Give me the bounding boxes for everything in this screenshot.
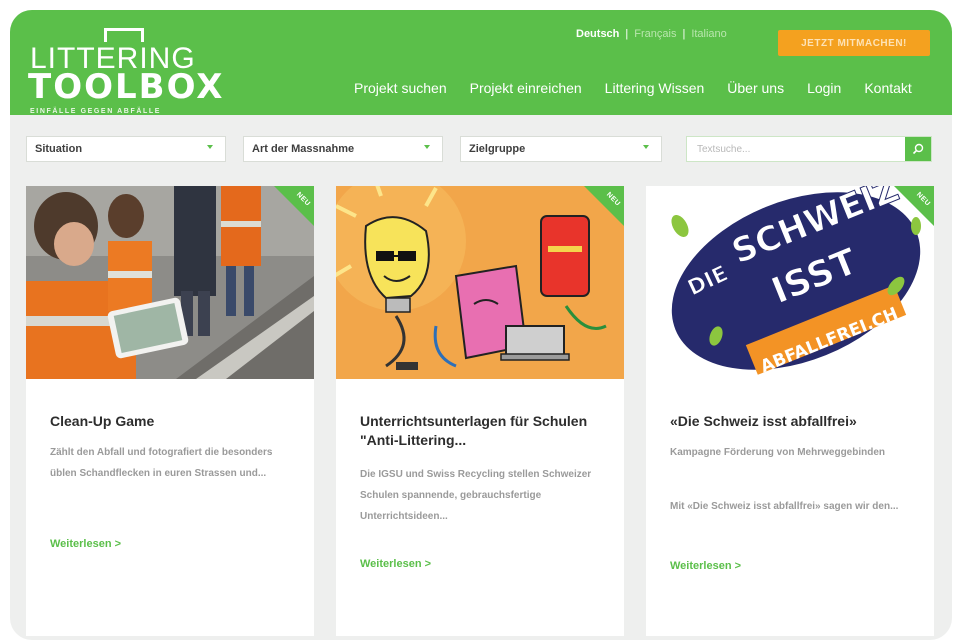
language-switcher: Deutsch | Français | Italiano (576, 28, 727, 40)
chevron-down-icon (643, 145, 649, 149)
nav-projekt-einreichen[interactable]: Projekt einreichen (470, 80, 582, 96)
logo-line2: TOOLBOX (28, 67, 225, 107)
site-header: LITTERING TOOLBOX EINFÄLLE GEGEN ABFÄLLE… (10, 10, 952, 115)
card-title[interactable]: «Die Schweiz isst abfallfrei» (670, 412, 920, 431)
jetzt-mitmachen-button[interactable]: JETZT MITMACHEN! (778, 30, 930, 56)
logo-tagline: EINFÄLLE GEGEN ABFÄLLE (30, 108, 161, 115)
nav-ueber-uns[interactable]: Über uns (727, 80, 784, 96)
lang-separator: | (682, 28, 686, 40)
lang-deutsch[interactable]: Deutsch (576, 28, 619, 40)
card-image-cartoon-litter[interactable]: NEU (336, 186, 624, 379)
card-description: Kampagne Förderung von Mehrweggebinden (670, 447, 886, 458)
chevron-down-icon (424, 145, 430, 149)
logo[interactable]: LITTERING TOOLBOX EINFÄLLE GEGEN ABFÄLLE (28, 28, 228, 115)
chevron-down-icon (207, 145, 213, 149)
project-card-clean-up-game[interactable]: NEU Clean-Up Game Zählt den Abfall und f… (26, 186, 314, 636)
zielgruppe-select[interactable]: Zielgruppe (460, 136, 662, 162)
card-description: Die IGSU und Swiss Recycling stellen Sch… (360, 469, 592, 522)
card-image-campaign-logo[interactable]: DIE SCHWEIZ ISST ABFALLFREI.CH NEU (646, 186, 934, 379)
situation-select-label: Situation (35, 143, 83, 155)
nav-littering-wissen[interactable]: Littering Wissen (605, 80, 705, 96)
weiterlesen-link[interactable]: Weiterlesen > (50, 538, 121, 550)
card-title[interactable]: Unterrichtsunterlagen für Schulen "Anti-… (360, 412, 610, 450)
card-description-2: Mit «Die Schweiz isst abfallfrei» sagen … (670, 501, 899, 512)
search-button[interactable] (905, 137, 931, 161)
main-nav: Projekt suchen Projekt einreichen Litter… (354, 80, 912, 96)
weiterlesen-link[interactable]: Weiterlesen > (360, 558, 431, 570)
logo-bracket (104, 28, 144, 42)
card-title[interactable]: Clean-Up Game (50, 412, 300, 431)
weiterlesen-link[interactable]: Weiterlesen > (670, 560, 741, 572)
massnahme-select[interactable]: Art der Massnahme (243, 136, 443, 162)
project-card-schweiz-isst-abfallfrei[interactable]: DIE SCHWEIZ ISST ABFALLFREI.CH NEU «Die … (646, 186, 934, 636)
search-input[interactable] (687, 137, 905, 161)
situation-select[interactable]: Situation (26, 136, 226, 162)
nav-kontakt[interactable]: Kontakt (864, 80, 911, 96)
search-box (686, 136, 932, 162)
nav-login[interactable]: Login (807, 80, 841, 96)
lang-italiano[interactable]: Italiano (691, 28, 726, 40)
page-frame: LITTERING TOOLBOX EINFÄLLE GEGEN ABFÄLLE… (10, 10, 952, 640)
lang-francais[interactable]: Français (634, 28, 676, 40)
search-icon (912, 143, 924, 155)
project-card-unterrichtsunterlagen[interactable]: NEU Unterrichtsunterlagen für Schulen "A… (336, 186, 624, 636)
massnahme-select-label: Art der Massnahme (252, 143, 355, 155)
card-image-kids-cleanup[interactable]: NEU (26, 186, 314, 379)
nav-projekt-suchen[interactable]: Projekt suchen (354, 80, 447, 96)
zielgruppe-select-label: Zielgruppe (469, 143, 526, 155)
card-description: Zählt den Abfall und fotografiert die be… (50, 447, 273, 479)
lang-separator: | (625, 28, 629, 40)
